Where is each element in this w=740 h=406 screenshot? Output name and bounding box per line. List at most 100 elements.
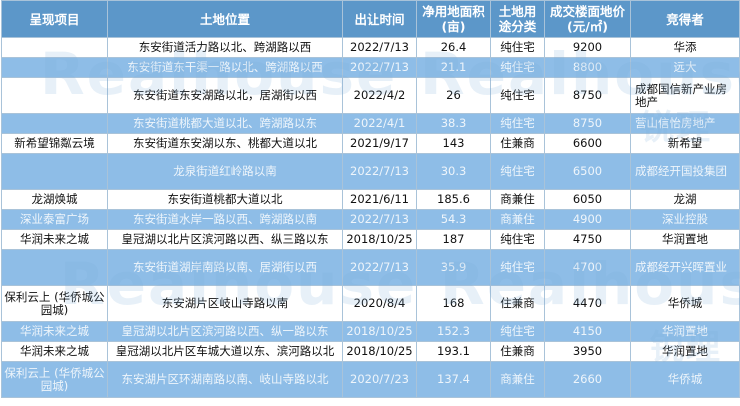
cell-buyer: 新希望 xyxy=(630,133,740,154)
cell-price: 3950 xyxy=(544,341,631,362)
cell-area: 193.1 xyxy=(416,341,491,362)
header-use: 土地用 途分类 xyxy=(490,0,545,38)
table-row: 东安街道活力路以北、跨湖路以西 2022/7/13 26.4 纯住宅 9200 华添 xyxy=(1,37,740,58)
cell-project: 龙湖焕城 xyxy=(1,189,108,210)
table-row: 东安街道湖岸南路以南、居湖街以西 2022/7/13 35.9 纯住宅 4700 成都经开… xyxy=(1,249,740,286)
cell-area: 38.3 xyxy=(416,113,491,134)
cell-use: 商兼住 xyxy=(490,189,545,210)
cell-use: 住兼商 xyxy=(490,285,545,322)
cell-project: 新希望锦粼云境 xyxy=(1,133,108,154)
cell-location: 东安湖片区环湖南路以南、岐山寺路以北 xyxy=(107,361,343,398)
cell-use: 纯住宅 xyxy=(490,57,545,78)
cell-area: 168 xyxy=(416,285,491,322)
cell-location: 东安街道东干渠一路以北、跨湖路以西 xyxy=(107,57,343,78)
cell-buyer: 成都国信新产业房地产 xyxy=(630,77,740,114)
cell-price: 2660 xyxy=(544,361,631,398)
cell-use: 纯住宅 xyxy=(490,229,545,250)
cell-location: 东安街道东安湖以东、桃都大道以北 xyxy=(107,133,343,154)
cell-location: 东安街道湖岸南路以南、居湖街以西 xyxy=(107,249,343,286)
table-row: 保利云上 (华侨城公园城) 东安湖片区环湖南路以南、岐山寺路以北 2020/7/23… xyxy=(1,361,740,398)
cell-project xyxy=(1,153,108,190)
cell-project: 深业泰富广场 xyxy=(1,209,108,230)
cell-date: 2020/8/4 xyxy=(342,285,417,322)
cell-buyer: 华添 xyxy=(630,37,740,58)
cell-date: 2018/10/25 xyxy=(342,229,417,250)
table-row: 深业泰富广场 东安街道水岸一路以西、跨湖路以南 2022/7/13 54.3 商兼住 49… xyxy=(1,209,740,230)
table-row: 华润未来之城 皇冠湖以北片区车城大道以东、滨河路以北 2018/10/25 193.1… xyxy=(1,341,740,362)
cell-date: 2022/7/13 xyxy=(342,37,417,58)
cell-buyer: 华侨城 xyxy=(630,361,740,398)
cell-location: 皇冠湖以北片区车城大道以东、滨河路以北 xyxy=(107,341,343,362)
table-row: 东安街道东安湖路以北，居湖街以西 2022/4/2 26 纯住宅 8750 成都国信新产业… xyxy=(1,77,740,114)
cell-date: 2022/4/2 xyxy=(342,77,417,114)
header-location: 土地位置 xyxy=(107,0,343,38)
cell-project: 华润未来之城 xyxy=(1,229,108,250)
cell-area: 30.3 xyxy=(416,153,491,190)
cell-location: 龙泉街道红岭路以南 xyxy=(107,153,343,190)
cell-date: 2018/10/25 xyxy=(342,321,417,342)
table-row: 东安街道东干渠一路以北、跨湖路以西 2022/7/13 21.1 纯住宅 8800 远大 xyxy=(1,57,740,78)
cell-location: 东安街道水岸一路以西、跨湖路以南 xyxy=(107,209,343,230)
header-row: 呈现项目 土地位置 出让时间 净用地面积 (亩) 土地用 途分类 成交楼面地价 … xyxy=(1,0,740,38)
cell-price: 8750 xyxy=(544,113,631,134)
cell-buyer: 深业控股 xyxy=(630,209,740,230)
cell-use: 纯住宅 xyxy=(490,113,545,134)
header-date: 出让时间 xyxy=(342,0,417,38)
cell-date: 2022/7/13 xyxy=(342,153,417,190)
cell-area: 187 xyxy=(416,229,491,250)
cell-buyer: 营山信怡房地产 xyxy=(630,113,740,134)
cell-project xyxy=(1,57,108,78)
cell-project xyxy=(1,37,108,58)
cell-project: 保利云上 (华侨城公园城) xyxy=(1,285,108,322)
cell-price: 6600 xyxy=(544,133,631,154)
table-row: 华润未来之城 皇冠湖以北片区滨河路以西、纵一路以东 2018/10/25 152.3 纯… xyxy=(1,321,740,342)
land-transaction-table: 呈现项目 土地位置 出让时间 净用地面积 (亩) 土地用 途分类 成交楼面地价 … xyxy=(1,0,740,398)
cell-price: 4900 xyxy=(544,209,631,230)
cell-use: 纯住宅 xyxy=(490,321,545,342)
header-price: 成交楼面地价 (元/㎡) xyxy=(544,0,631,38)
table-body: 东安街道活力路以北、跨湖路以西 2022/7/13 26.4 纯住宅 9200 华添 东安街… xyxy=(1,37,740,398)
cell-date: 2022/4/1 xyxy=(342,113,417,134)
cell-project: 华润未来之城 xyxy=(1,321,108,342)
cell-buyer: 华润置地 xyxy=(630,321,740,342)
cell-use: 商兼住 xyxy=(490,209,545,230)
cell-buyer: 华润置地 xyxy=(630,341,740,362)
cell-location: 东安街道桃都大道以北、跨湖路以东 xyxy=(107,113,343,134)
cell-project xyxy=(1,77,108,114)
table-row: 龙湖焕城 东安街道桃都大道以北 2021/6/11 185.6 商兼住 6050 龙湖 xyxy=(1,189,740,210)
cell-area: 152.3 xyxy=(416,321,491,342)
cell-area: 185.6 xyxy=(416,189,491,210)
cell-use: 纯住宅 xyxy=(490,37,545,58)
cell-price: 4150 xyxy=(544,321,631,342)
table-row: 新希望锦粼云境 东安街道东安湖以东、桃都大道以北 2021/9/17 143 住兼商 66… xyxy=(1,133,740,154)
table-row: 龙泉街道红岭路以南 2022/7/13 30.3 纯住宅 6500 成都经开国投集团 xyxy=(1,153,740,190)
cell-buyer: 远大 xyxy=(630,57,740,78)
cell-project xyxy=(1,249,108,286)
cell-buyer: 华润置地 xyxy=(630,229,740,250)
cell-price: 4470 xyxy=(544,285,631,322)
cell-price: 4750 xyxy=(544,229,631,250)
cell-buyer: 成都经开兴晖置业 xyxy=(630,249,740,286)
cell-date: 2018/10/25 xyxy=(342,341,417,362)
cell-project xyxy=(1,113,108,134)
cell-location: 东安街道活力路以北、跨湖路以西 xyxy=(107,37,343,58)
cell-area: 26 xyxy=(416,77,491,114)
cell-area: 54.3 xyxy=(416,209,491,230)
table-row: 华润未来之城 皇冠湖以北片区滨河路以西、纵三路以东 2018/10/25 187 纯住宅… xyxy=(1,229,740,250)
cell-date: 2020/7/23 xyxy=(342,361,417,398)
cell-location: 东安街道桃都大道以北 xyxy=(107,189,343,210)
cell-price: 6500 xyxy=(544,153,631,190)
cell-price: 6050 xyxy=(544,189,631,210)
header-area: 净用地面积 (亩) xyxy=(416,0,491,38)
cell-project: 华润未来之城 xyxy=(1,341,108,362)
cell-price: 9200 xyxy=(544,37,631,58)
cell-use: 纯住宅 xyxy=(490,77,545,114)
table-row: 保利云上 (华侨城公园城) 东安湖片区岐山寺路以南 2020/8/4 168 住兼商 44… xyxy=(1,285,740,322)
cell-use: 住兼商 xyxy=(490,133,545,154)
cell-date: 2022/7/13 xyxy=(342,249,417,286)
header-buyer: 竞得者 xyxy=(630,0,740,38)
cell-use: 住兼商 xyxy=(490,341,545,362)
cell-price: 8750 xyxy=(544,77,631,114)
cell-area: 143 xyxy=(416,133,491,154)
cell-location: 皇冠湖以北片区滨河路以西、纵一路以东 xyxy=(107,321,343,342)
